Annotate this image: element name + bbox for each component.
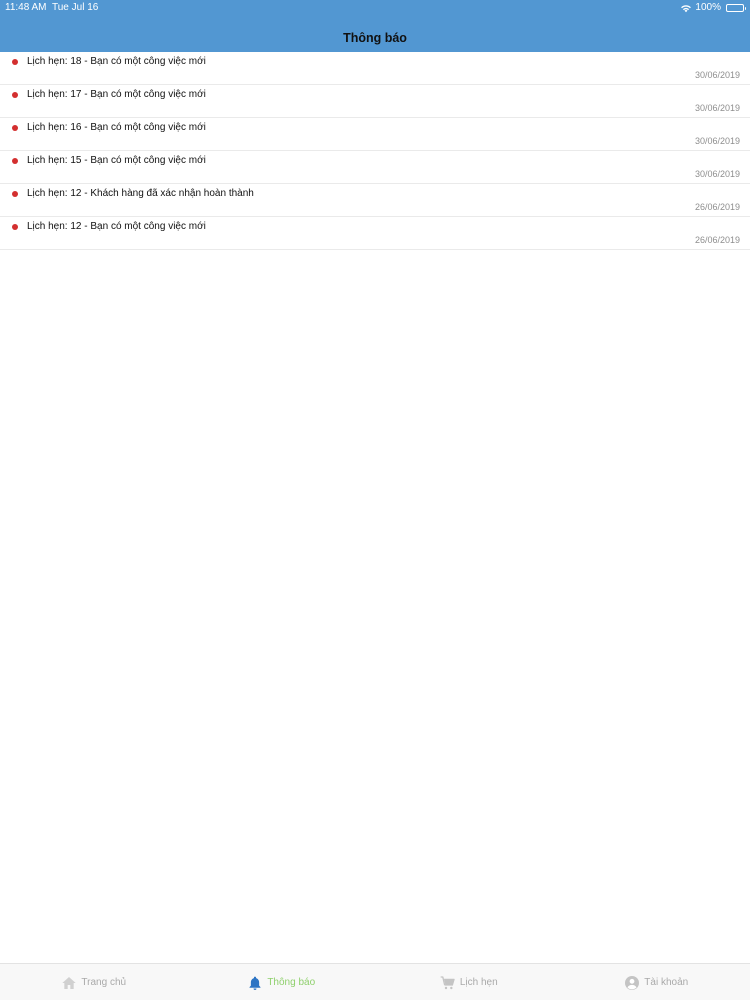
tab-home-label: Trang chủ [81,977,127,988]
unread-dot-icon [12,224,18,230]
notification-text: Lịch hẹn: 15 - Bạn có một công việc mới [27,155,206,166]
unread-dot-icon [12,158,18,164]
wifi-icon [681,4,692,12]
notification-item[interactable]: Lịch hẹn: 16 - Bạn có một công việc mới … [0,118,750,151]
status-date: Tue Jul 16 [52,2,99,13]
tab-bar: Trang chủ Thông báo Lịch hẹn Tài khoản [0,963,750,1000]
unread-dot-icon [12,191,18,197]
tab-account-label: Tài khoản [644,977,689,988]
tab-appointments-label: Lịch hẹn [459,977,498,988]
notification-item[interactable]: Lịch hẹn: 12 - Khách hàng đã xác nhận ho… [0,184,750,217]
tab-notifications-label: Thông báo [267,977,316,988]
notification-date: 30/06/2019 [694,136,740,146]
notification-text: Lịch hẹn: 12 - Khách hàng đã xác nhận ho… [27,188,254,199]
notification-text: Lịch hẹn: 12 - Bạn có một công việc mới [27,221,206,232]
notification-date: 26/06/2019 [694,235,740,245]
tab-home[interactable]: Trang chủ [0,964,188,1000]
unread-dot-icon [12,59,18,65]
notification-date: 30/06/2019 [694,169,740,179]
status-bar: 11:48 AM Tue Jul 16 100% [0,0,750,16]
home-icon [62,976,77,989]
battery-percent: 100% [695,2,721,13]
top-bar: 11:48 AM Tue Jul 16 100% Thông báo [0,0,750,52]
user-icon [625,975,640,990]
tab-account[interactable]: Tài khoản [563,964,750,1000]
bell-icon [249,976,261,990]
notification-list: Lịch hẹn: 18 - Bạn có một công việc mới … [0,52,750,250]
notification-item[interactable]: Lịch hẹn: 18 - Bạn có một công việc mới … [0,52,750,85]
notification-item[interactable]: Lịch hẹn: 17 - Bạn có một công việc mới … [0,85,750,118]
notification-item[interactable]: Lịch hẹn: 12 - Bạn có một công việc mới … [0,217,750,250]
cart-icon [440,975,455,989]
battery-icon [726,3,746,12]
notification-text: Lịch hẹn: 18 - Bạn có một công việc mới [27,56,206,67]
tab-appointments[interactable]: Lịch hẹn [375,964,563,1000]
notification-date: 26/06/2019 [694,202,740,212]
notification-date: 30/06/2019 [694,70,740,80]
notification-text: Lịch hẹn: 16 - Bạn có một công việc mới [27,122,206,133]
status-indicators: 100% [680,2,746,13]
status-time: 11:48 AM [5,2,47,13]
tab-notifications[interactable]: Thông báo [188,964,376,1000]
unread-dot-icon [12,125,18,131]
page-title: Thông báo [343,31,407,45]
unread-dot-icon [12,92,18,98]
notification-date: 30/06/2019 [694,103,740,113]
notification-item[interactable]: Lịch hẹn: 15 - Bạn có một công việc mới … [0,151,750,184]
notification-text: Lịch hẹn: 17 - Bạn có một công việc mới [27,89,206,100]
